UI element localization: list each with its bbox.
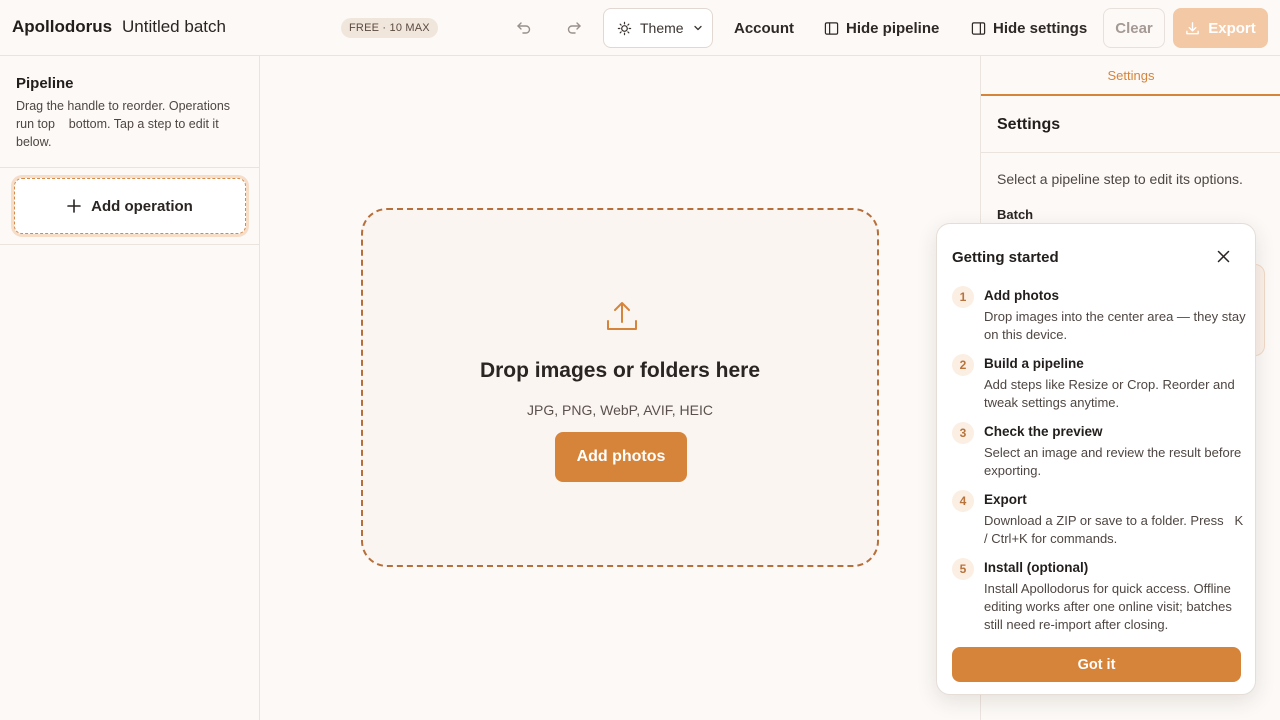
step-description: Select an image and review the result be… <box>984 445 1242 478</box>
step-number: 4 <box>952 490 974 512</box>
step-title: Add photos <box>984 288 1059 303</box>
pipeline-panel: Pipeline Drag the handle to reorder. Ope… <box>0 56 260 720</box>
account-button[interactable]: Account <box>734 8 794 48</box>
download-icon <box>1186 21 1200 34</box>
close-icon <box>1217 250 1229 262</box>
hide-settings-button[interactable]: Hide settings <box>971 8 1087 48</box>
sun-icon <box>617 21 632 35</box>
chevron-down-icon <box>693 25 702 31</box>
getting-started-popover: Getting started 1 Add photos Drop images… <box>936 223 1256 695</box>
add-operation-label: Add operation <box>91 197 193 215</box>
theme-label: Theme <box>640 20 684 36</box>
step-description: Add steps like Resize or Crop. Reorder a… <box>984 377 1235 410</box>
batch-title[interactable]: Untitled batch <box>122 17 226 37</box>
step-title: Install (optional) <box>984 560 1089 575</box>
tab-settings[interactable]: Settings <box>981 56 1280 96</box>
got-it-button[interactable]: Got it <box>952 647 1241 682</box>
plus-icon <box>67 199 81 213</box>
divider <box>0 244 259 245</box>
undo-icon <box>517 22 531 34</box>
hide-pipeline-button[interactable]: Hide pipeline <box>824 8 939 48</box>
step-title: Check the preview <box>984 424 1103 439</box>
undo-button[interactable] <box>510 14 538 42</box>
settings-title: Settings <box>997 116 1061 133</box>
drop-zone[interactable]: Drop images or folders here JPG, PNG, We… <box>361 208 879 567</box>
step-title: Export <box>984 492 1027 507</box>
add-photos-button[interactable]: Add photos <box>555 432 687 482</box>
divider <box>981 152 1280 153</box>
close-button[interactable] <box>1214 247 1232 265</box>
hide-pipeline-label: Hide pipeline <box>846 19 940 37</box>
account-label: Account <box>734 19 794 37</box>
plan-badge: FREE · 10 MAX <box>341 18 438 38</box>
step-number: 1 <box>952 286 974 308</box>
step-number: 3 <box>952 422 974 444</box>
app-brand: Apollodorus <box>12 17 113 36</box>
drop-zone-title: Drop images or folders here <box>479 359 761 382</box>
step-number: 5 <box>952 558 974 580</box>
export-label: Export <box>1208 19 1256 37</box>
batch-section-label: Batch <box>997 207 1034 222</box>
theme-button[interactable]: Theme <box>603 8 713 48</box>
step-description: Drop images into the center area — they … <box>984 309 1246 342</box>
step-number: 2 <box>952 354 974 376</box>
step-title: Build a pipeline <box>984 356 1084 371</box>
redo-icon <box>567 22 581 34</box>
hide-settings-label: Hide settings <box>993 19 1088 37</box>
upload-icon <box>607 302 637 330</box>
sidebar-right-icon <box>971 21 986 35</box>
top-bar: Apollodorus Untitled batch FREE · 10 MAX… <box>0 0 1280 56</box>
supported-formats: JPG, PNG, WebP, AVIF, HEIC <box>527 402 713 418</box>
redo-button[interactable] <box>560 14 588 42</box>
sidebar-left-icon <box>824 21 839 35</box>
divider <box>0 167 259 168</box>
add-operation-button[interactable]: Add operation <box>14 178 246 234</box>
export-button[interactable]: Export <box>1173 8 1268 48</box>
clear-button[interactable]: Clear <box>1103 8 1165 48</box>
step-description: Download a ZIP or save to a folder. Pres… <box>984 513 1247 546</box>
step-description: Install Apollodorus for quick access. Of… <box>984 581 1232 632</box>
pipeline-title: Pipeline <box>16 75 74 92</box>
pipeline-description: Drag the handle to reorder. Operations r… <box>16 99 234 149</box>
popover-title: Getting started <box>952 249 1059 266</box>
settings-hint: Select a pipeline step to edit its optio… <box>997 171 1243 187</box>
